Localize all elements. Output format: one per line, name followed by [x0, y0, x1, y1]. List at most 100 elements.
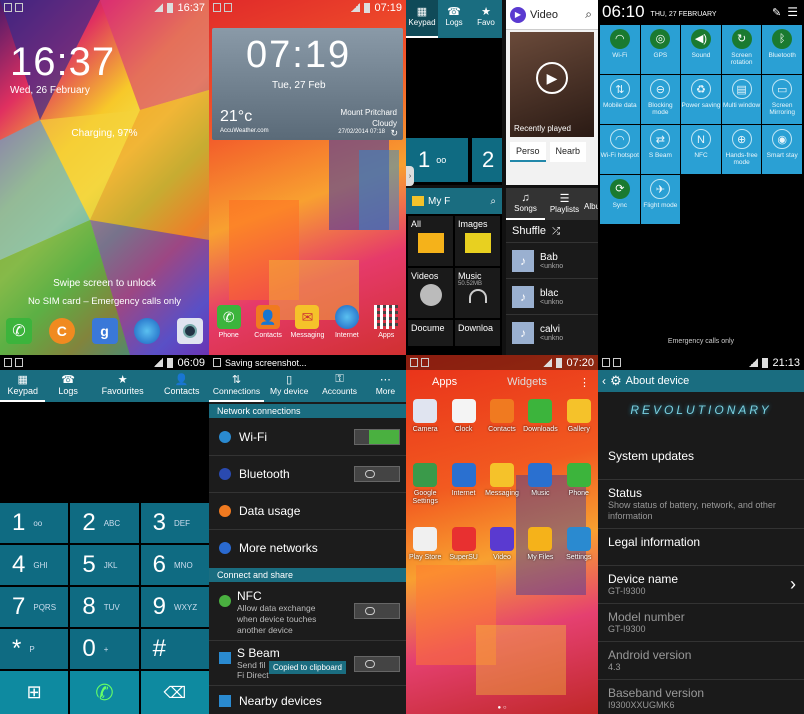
- app-messaging[interactable]: Messaging: [483, 463, 521, 521]
- search-icon[interactable]: ⌕: [585, 7, 592, 22]
- app-settings[interactable]: Settings: [560, 527, 598, 585]
- qs-tile-mobile-data[interactable]: ⇅ Mobile data: [600, 75, 640, 124]
- song-row[interactable]: ♪ calvi <unkno: [506, 314, 598, 350]
- about-item[interactable]: Device name GT-I9300 ›: [598, 566, 804, 604]
- dial-key[interactable]: 6 MNO: [140, 545, 209, 585]
- setting-nfc[interactable]: NFC Allow data exchange when device touc…: [209, 583, 406, 641]
- dock-apps[interactable]: Apps: [368, 305, 404, 339]
- app-play-store[interactable]: Play Store: [406, 527, 444, 585]
- dial-key[interactable]: 8 TUV: [70, 587, 139, 627]
- qs-tile-hands-free-mode[interactable]: ⊕ Hands-free mode: [721, 125, 762, 174]
- call-button[interactable]: ✆: [70, 671, 139, 714]
- dock-contacts[interactable]: 👤 Contacts: [250, 305, 286, 339]
- setting-sbeam[interactable]: S Beam Send fil Fi Direct Copied to clip…: [209, 642, 406, 686]
- files-all[interactable]: All: [408, 216, 453, 266]
- about-item[interactable]: Baseband version I9300XXUGMK6: [598, 680, 804, 714]
- app-supersu[interactable]: SuperSU: [444, 527, 482, 585]
- qs-tile-blocking-mode[interactable]: ⊖ Blocking mode: [640, 75, 681, 124]
- qs-tile-power-saving[interactable]: ♻ Power saving: [681, 75, 721, 124]
- song-row[interactable]: ♪ blac <unkno: [506, 278, 598, 314]
- tab-accounts[interactable]: ⚿ Accounts: [314, 370, 364, 402]
- google-icon[interactable]: g: [91, 318, 118, 344]
- app-music[interactable]: Music: [521, 463, 559, 521]
- app-my-files[interactable]: My Files: [521, 527, 559, 585]
- back-icon[interactable]: ‹: [602, 374, 606, 388]
- dock-messaging[interactable]: ✉ Messaging: [289, 305, 325, 339]
- files-downloads[interactable]: Downloa: [455, 320, 500, 346]
- tab-contacts[interactable]: 👤 Contacts: [154, 370, 209, 402]
- about-item[interactable]: Legal information: [598, 529, 804, 566]
- tab-my-device[interactable]: ▯ My device: [264, 370, 314, 402]
- dial-key[interactable]: 3 DEF: [140, 503, 209, 543]
- video-thumbnail[interactable]: ▶ Recently played: [510, 32, 594, 137]
- tab-playlists[interactable]: ☰ Playlists: [545, 188, 584, 220]
- setting-more-networks[interactable]: More networks: [209, 530, 406, 566]
- backspace-button[interactable]: ⌫: [140, 671, 209, 714]
- camera-icon[interactable]: [177, 318, 203, 344]
- app-clock[interactable]: Clock: [444, 399, 482, 457]
- setting-wifi[interactable]: Wi-Fi: [209, 419, 406, 456]
- tab-widgets[interactable]: Widgets: [507, 376, 547, 388]
- internet-icon[interactable]: [134, 318, 161, 344]
- tab-favourites[interactable]: ★ Favourites: [91, 370, 155, 402]
- dial-key[interactable]: #: [140, 629, 209, 669]
- qs-tile-multi-window[interactable]: ▤ Multi window: [721, 75, 762, 124]
- qs-tile-gps[interactable]: ◎ GPS: [640, 25, 681, 74]
- qs-tile-screen-rotation[interactable]: ↻ Screen rotation: [721, 25, 762, 74]
- edit-icon[interactable]: ✎: [772, 6, 781, 19]
- app-contacts[interactable]: Contacts: [483, 399, 521, 457]
- menu-list-icon[interactable]: ☰: [787, 5, 798, 19]
- files-documents[interactable]: Docume: [408, 320, 453, 346]
- qs-tile-wi-fi[interactable]: ◠ Wi-Fi: [600, 25, 640, 74]
- key-1[interactable]: 1 oo: [406, 138, 468, 182]
- about-item[interactable]: System updates: [598, 443, 804, 480]
- qs-tile-nfc[interactable]: N NFC: [681, 125, 721, 174]
- dock-phone[interactable]: ✆ Phone: [211, 305, 247, 339]
- song-row[interactable]: ♪ Bab <unkno: [506, 242, 598, 278]
- overflow-menu-icon[interactable]: ⋮: [579, 376, 590, 389]
- split-handle[interactable]: ›: [406, 166, 414, 186]
- bluetooth-toggle[interactable]: [354, 466, 400, 482]
- app-phone[interactable]: Phone: [560, 463, 598, 521]
- qs-tile-smart-stay[interactable]: ◉ Smart stay: [762, 125, 802, 174]
- phone-icon[interactable]: ✆: [6, 318, 32, 344]
- dial-key[interactable]: * P: [0, 629, 69, 669]
- search-icon[interactable]: ⌕: [490, 196, 496, 207]
- qs-tile-sync[interactable]: ⟳ Sync: [600, 175, 640, 224]
- dial-key[interactable]: 5 JKL: [70, 545, 139, 585]
- app-camera[interactable]: Camera: [406, 399, 444, 457]
- qs-tile-flight-mode[interactable]: ✈ Flight mode: [640, 175, 681, 224]
- app-internet[interactable]: Internet: [444, 463, 482, 521]
- dial-key[interactable]: 9 WXYZ: [140, 587, 209, 627]
- files-images[interactable]: Images: [455, 216, 500, 266]
- wifi-toggle[interactable]: [354, 429, 400, 445]
- tab-personal[interactable]: Perso: [510, 142, 546, 162]
- setting-data-usage[interactable]: Data usage: [209, 493, 406, 530]
- qs-tile-wi-fi-hotspot[interactable]: ◠ Wi-Fi hotspot: [600, 125, 640, 174]
- tab-favourites[interactable]: ★ Favo: [470, 0, 502, 38]
- sbeam-toggle[interactable]: [354, 656, 400, 672]
- refresh-icon[interactable]: ↻: [390, 128, 398, 139]
- tab-songs[interactable]: ♫ Songs: [506, 188, 545, 220]
- about-item[interactable]: Android version 4.3: [598, 642, 804, 680]
- tab-connections[interactable]: ⇅ Connections: [209, 370, 264, 402]
- key-2[interactable]: 2: [472, 138, 502, 182]
- tab-apps[interactable]: Apps: [432, 376, 457, 388]
- tab-logs[interactable]: ☎ Logs: [438, 0, 470, 38]
- app-google-settings[interactable]: Google Settings: [406, 463, 444, 521]
- files-music[interactable]: Music 50.52MB: [455, 268, 500, 318]
- dial-key[interactable]: 1 oo: [0, 503, 69, 543]
- about-item[interactable]: Model number GT-I9300: [598, 604, 804, 642]
- dial-key[interactable]: 2 ABC: [70, 503, 139, 543]
- dial-key[interactable]: 4 GHI: [0, 545, 69, 585]
- dial-key[interactable]: 0 +: [70, 629, 139, 669]
- setting-nearby[interactable]: Nearby devices: [209, 687, 406, 714]
- tab-more[interactable]: ⋯ More: [365, 370, 406, 402]
- tab-albums[interactable]: Albu: [584, 188, 598, 220]
- files-videos[interactable]: Videos: [408, 268, 453, 318]
- qs-tile-sound[interactable]: ◀) Sound: [681, 25, 721, 74]
- tab-logs[interactable]: ☎ Logs: [45, 370, 90, 402]
- qs-tile-screen-mirroring[interactable]: ▭ Screen Mirroring: [762, 75, 802, 124]
- dock-internet[interactable]: Internet: [329, 305, 365, 339]
- tab-nearby[interactable]: Nearb: [549, 142, 587, 162]
